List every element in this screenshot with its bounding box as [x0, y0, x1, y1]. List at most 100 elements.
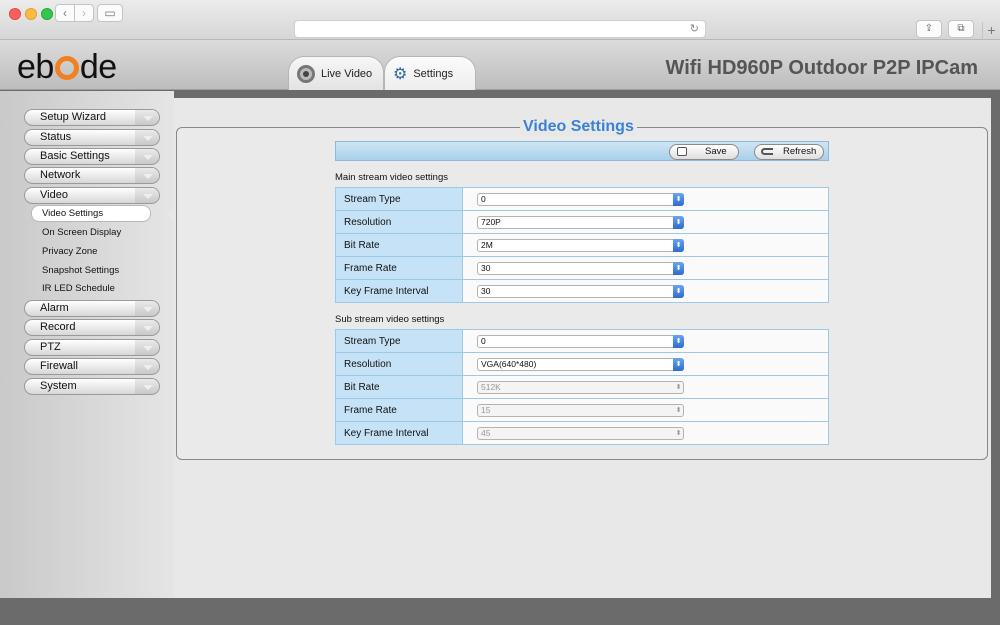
save-button[interactable]: Save — [669, 144, 739, 160]
sub-resolution-select[interactable]: VGA(640*480) ⬍ — [477, 357, 684, 371]
main-stream-type-select[interactable]: 0 ⬍ — [477, 192, 684, 206]
product-title: Wifi HD960P Outdoor P2P IPCam — [665, 57, 979, 79]
chevron-down-icon — [143, 326, 153, 331]
select-arrows-icon: ⬍ — [673, 215, 684, 229]
page-title: Video Settings — [520, 118, 637, 136]
plus-icon: + — [987, 22, 996, 38]
select-arrows-icon: ⬍ — [673, 334, 684, 348]
sub-frame-rate-select: 15 ⬍ — [477, 403, 684, 417]
chevron-down-icon — [143, 365, 153, 370]
chevron-down-icon — [143, 136, 153, 141]
sidebar-item-setup-wizard[interactable]: Setup Wizard — [24, 109, 160, 126]
main-key-frame-interval-select[interactable]: 30 ⬍ — [477, 284, 684, 298]
refresh-icon — [761, 148, 773, 155]
new-tab-button[interactable]: + — [982, 22, 1000, 40]
table-row: Bit Rate 512K ⬍ — [335, 375, 829, 399]
table-row: Stream Type 0 ⬍ — [335, 187, 829, 211]
select-arrows-icon: ⬍ — [673, 261, 684, 275]
sidebar-subitem-on-screen-display[interactable]: On Screen Display — [42, 227, 121, 238]
forward-button[interactable]: › — [74, 4, 94, 22]
table-row: Frame Rate 30 ⬍ — [335, 256, 829, 280]
table-row: Key Frame Interval 45 ⬍ — [335, 421, 829, 445]
main-stream-table: Stream Type 0 ⬍ Resolution 720P ⬍ Bit Rate… — [335, 187, 829, 303]
sidebar-item-video[interactable]: Video — [24, 187, 160, 204]
ebode-logo: eb de — [17, 48, 117, 86]
sidebar-subitem-privacy-zone[interactable]: Privacy Zone — [42, 246, 97, 257]
zoom-window-button[interactable] — [41, 8, 53, 20]
window-edge — [0, 598, 1000, 625]
sidebar-item-ptz[interactable]: PTZ — [24, 339, 160, 356]
field-label: Key Frame Interval — [335, 421, 463, 445]
main-stream-label: Main stream video settings — [335, 172, 448, 183]
sidebar-subitem-snapshot-settings[interactable]: Snapshot Settings — [42, 265, 119, 276]
select-arrows-icon: ⬍ — [673, 238, 684, 252]
select-arrows-icon: ⬍ — [675, 429, 682, 437]
page-header: eb de Live Video ⚙ Settings Wifi HD960P O… — [0, 40, 1000, 90]
sidebar-item-network[interactable]: Network — [24, 167, 160, 184]
main-resolution-select[interactable]: 720P ⬍ — [477, 215, 684, 229]
reload-icon[interactable]: ↻ — [690, 22, 699, 35]
main-frame-rate-select[interactable]: 30 ⬍ — [477, 261, 684, 275]
sub-stream-table: Stream Type 0 ⬍ Resolution VGA(640*480) ⬍ … — [335, 329, 829, 445]
field-label: Key Frame Interval — [335, 279, 463, 303]
gears-icon: ⚙ — [393, 65, 408, 83]
select-arrows-icon: ⬍ — [673, 357, 684, 371]
sidebar-item-status[interactable]: Status — [24, 129, 160, 146]
field-label: Bit Rate — [335, 233, 463, 257]
sidebar: Setup Wizard Status Basic Settings Netwo… — [0, 91, 174, 625]
share-button[interactable]: ⇪ — [916, 20, 942, 38]
field-label: Stream Type — [335, 329, 463, 353]
sub-key-frame-interval-select: 45 ⬍ — [477, 426, 684, 440]
select-arrows-icon: ⬍ — [673, 284, 684, 298]
share-icon: ⇪ — [924, 23, 934, 34]
active-pointer-icon — [166, 208, 174, 220]
chevron-down-icon — [143, 116, 153, 121]
chevron-down-icon — [143, 194, 153, 199]
close-window-button[interactable] — [9, 8, 21, 20]
tabs-icon: ⧉ — [957, 23, 965, 34]
field-label: Resolution — [335, 210, 463, 234]
refresh-button[interactable]: Refresh — [754, 144, 824, 160]
sub-stream-type-select[interactable]: 0 ⬍ — [477, 334, 684, 348]
sub-stream-label: Sub stream video settings — [335, 314, 445, 325]
chevron-down-icon — [143, 174, 153, 179]
sidebar-item-alarm[interactable]: Alarm — [24, 300, 160, 317]
address-bar[interactable]: ↻ — [294, 20, 706, 38]
back-button[interactable]: ‹ — [55, 4, 75, 22]
sidebar-item-firewall[interactable]: Firewall — [24, 358, 160, 375]
minimize-window-button[interactable] — [25, 8, 37, 20]
field-label: Frame Rate — [335, 398, 463, 422]
field-label: Bit Rate — [335, 375, 463, 399]
select-arrows-icon: ⬍ — [675, 383, 682, 391]
tab-settings[interactable]: ⚙ Settings — [384, 56, 476, 90]
tab-label: Settings — [413, 67, 454, 80]
table-row: Resolution VGA(640*480) ⬍ — [335, 352, 829, 376]
table-row: Stream Type 0 ⬍ — [335, 329, 829, 353]
sidebar-item-record[interactable]: Record — [24, 319, 160, 336]
tab-live-video[interactable]: Live Video — [288, 56, 384, 90]
chevron-left-icon: ‹ — [63, 6, 67, 20]
chevron-down-icon — [143, 155, 153, 160]
sidebar-subitem-ir-led-schedule[interactable]: IR LED Schedule — [42, 283, 115, 294]
save-icon — [677, 147, 687, 156]
show-tabs-button[interactable]: ⧉ — [948, 20, 974, 38]
sidebar-item-system[interactable]: System — [24, 378, 160, 395]
sub-bit-rate-select: 512K ⬍ — [477, 380, 684, 394]
sidebar-item-basic-settings[interactable]: Basic Settings — [24, 148, 160, 165]
toolbar: Save Refresh — [335, 141, 829, 161]
window-edge — [991, 91, 1000, 625]
sidebar-icon: ▭ — [104, 6, 116, 20]
sidebar-toggle-button[interactable]: ▭ — [97, 4, 123, 22]
sidebar-subitem-video-settings[interactable]: Video Settings — [31, 205, 151, 222]
camera-icon — [297, 64, 315, 83]
field-label: Frame Rate — [335, 256, 463, 280]
main-bit-rate-select[interactable]: 2M ⬍ — [477, 238, 684, 252]
main-content: Video Settings Save Refresh Main stream … — [174, 98, 991, 598]
table-row: Key Frame Interval 30 ⬍ — [335, 279, 829, 303]
table-row: Resolution 720P ⬍ — [335, 210, 829, 234]
chevron-down-icon — [143, 385, 153, 390]
table-row: Frame Rate 15 ⬍ — [335, 398, 829, 422]
chevron-down-icon — [143, 346, 153, 351]
tab-label: Live Video — [321, 67, 373, 80]
logo-o-ring-icon — [54, 56, 79, 80]
